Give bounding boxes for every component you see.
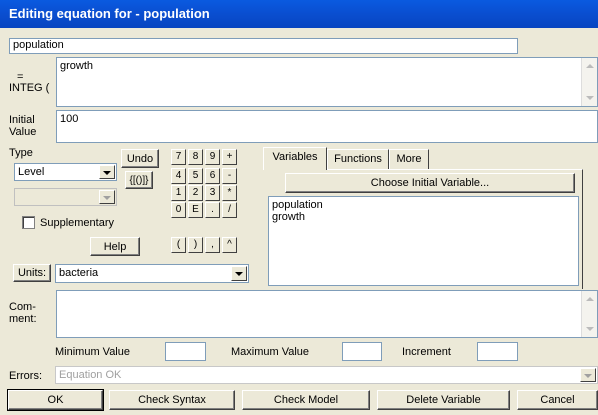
minimum-value-input[interactable] [165, 342, 206, 361]
keypad-key[interactable]: 1 [171, 185, 186, 201]
tab-more[interactable]: More [389, 149, 429, 169]
tab-functions[interactable]: Functions [327, 149, 389, 169]
equation-scrollbar[interactable] [581, 58, 597, 106]
maximum-value-label: Maximum Value [231, 346, 310, 358]
help-button[interactable]: Help [90, 237, 140, 256]
keypad-key[interactable]: 3 [205, 185, 220, 201]
keypad-key[interactable]: 7 [171, 149, 186, 165]
errors-label: Errors: [9, 370, 42, 382]
increment-label: Increment [402, 346, 451, 358]
supplementary-checkbox[interactable] [22, 216, 35, 229]
units-button[interactable]: Units: [13, 264, 51, 282]
equation-input[interactable]: growth [56, 57, 598, 107]
keypad-key[interactable]: , [205, 237, 220, 253]
increment-input[interactable] [477, 342, 518, 361]
comment-text [57, 291, 597, 295]
equation-text: growth [60, 60, 94, 72]
chevron-down-icon[interactable] [231, 266, 247, 281]
errors-value: Equation OK [59, 369, 122, 381]
type-select[interactable]: Level [14, 163, 117, 181]
comment-scrollbar[interactable] [581, 291, 597, 337]
scroll-up-icon [586, 64, 594, 68]
equation-prefix-integ: INTEG ( [9, 82, 50, 94]
variable-name-input[interactable]: population [9, 38, 518, 54]
undo-button[interactable]: Undo [121, 149, 159, 168]
units-select[interactable]: bacteria [55, 264, 249, 283]
chevron-down-icon[interactable] [99, 165, 115, 179]
comment-input[interactable] [56, 290, 598, 338]
keypad-key[interactable]: 4 [171, 168, 186, 184]
supplementary-label: Supplementary [40, 217, 114, 229]
scroll-down-icon [586, 96, 594, 100]
keypad-key[interactable]: 8 [188, 149, 203, 165]
keypad-key[interactable]: E [188, 202, 203, 218]
tab-panel [263, 169, 583, 289]
keypad-key[interactable]: ) [188, 237, 203, 253]
maximum-value-input[interactable] [342, 342, 382, 361]
scroll-up-icon [586, 297, 594, 301]
comment-label-bottom: ment: [9, 313, 37, 325]
keypad-key[interactable]: / [222, 202, 237, 218]
tab-variables[interactable]: Variables [263, 147, 327, 170]
units-select-value: bacteria [59, 267, 99, 279]
cancel-button[interactable]: Cancel [517, 390, 598, 410]
keypad-key[interactable]: ^ [222, 237, 237, 253]
brackets-button[interactable]: {[()]} [125, 171, 153, 189]
ok-button[interactable]: OK [7, 389, 104, 411]
keypad-key[interactable]: 5 [188, 168, 203, 184]
chevron-down-icon [580, 368, 596, 382]
check-syntax-button[interactable]: Check Syntax [109, 390, 235, 410]
chevron-down-icon [99, 190, 115, 204]
window-title: Editing equation for - population [0, 0, 598, 28]
keypad-key[interactable]: 9 [205, 149, 220, 165]
initial-value-input[interactable]: 100 [56, 110, 598, 143]
comment-label-top: Com- [9, 301, 36, 313]
scroll-down-icon [586, 327, 594, 331]
type-label: Type [9, 147, 33, 159]
subtype-select [14, 188, 117, 206]
errors-select: Equation OK [55, 366, 598, 384]
check-model-button[interactable]: Check Model [242, 390, 370, 410]
keypad-key[interactable]: . [205, 202, 220, 218]
keypad-key[interactable]: * [222, 185, 237, 201]
delete-variable-button[interactable]: Delete Variable [377, 390, 510, 410]
keypad-key[interactable]: + [222, 149, 237, 165]
keypad-key[interactable]: 0 [171, 202, 186, 218]
keypad-key[interactable]: ( [171, 237, 186, 253]
minimum-value-label: Minimum Value [55, 346, 130, 358]
keypad-key[interactable]: - [222, 168, 237, 184]
keypad-key[interactable]: 2 [188, 185, 203, 201]
keypad-key[interactable]: 6 [205, 168, 220, 184]
initial-value-label-top: Initial [9, 114, 35, 126]
initial-value-label-bottom: Value [9, 126, 37, 138]
